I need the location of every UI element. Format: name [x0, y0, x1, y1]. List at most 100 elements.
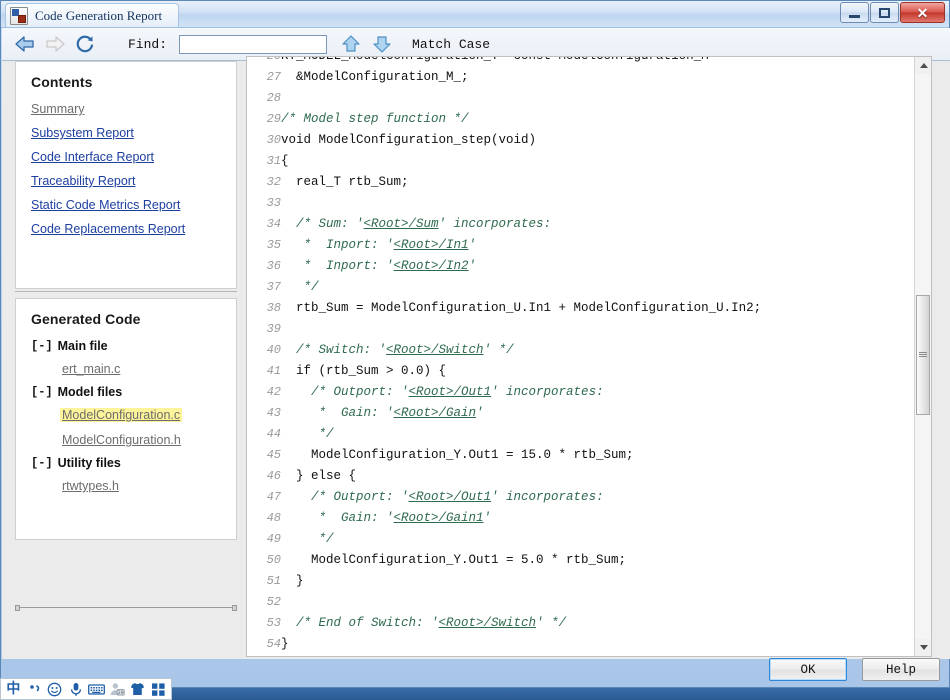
sidebar-item-summary[interactable]: Summary	[31, 102, 222, 116]
tree-file-modelconfiguration-c[interactable]: ModelConfiguration.c	[60, 408, 183, 422]
screen-root: Code Generation Report ✕ Find: Match Cas…	[0, 0, 950, 700]
code-token: RT_MODEL_ModelConfiguration_T *const Mod…	[281, 57, 724, 63]
code-viewer: 26RT_MODEL_ModelConfiguration_T *const M…	[246, 56, 932, 657]
code-line: 41 if (rtb_Sum > 0.0) {	[247, 361, 761, 382]
code-text	[281, 193, 761, 214]
code-block-link[interactable]: <Root>/Sum	[364, 217, 439, 231]
line-number: 29	[266, 112, 281, 126]
code-vertical-scrollbar[interactable]	[914, 57, 931, 656]
scroll-down-button[interactable]	[915, 639, 931, 656]
scrollbar-thumb[interactable]	[916, 295, 930, 415]
ime-toolbar: 中 29	[0, 678, 172, 700]
code-block-link[interactable]: <Root>/Switch	[386, 343, 484, 357]
collapse-toggle-icon[interactable]: [-]	[31, 385, 53, 399]
code-block-link[interactable]: <Root>/Out1	[409, 490, 492, 504]
line-number: 53	[266, 616, 281, 630]
user-dictionary-icon[interactable]: 29	[108, 680, 127, 698]
code-text: * Inport: '<Root>/In1'	[281, 235, 761, 256]
code-block-link[interactable]: <Root>/Gain1	[394, 511, 484, 525]
line-number: 33	[266, 196, 281, 210]
forward-arrow-icon	[44, 34, 66, 54]
sidebar-item-code-replacements-report[interactable]: Code Replacements Report	[31, 222, 222, 236]
code-comment: ' */	[536, 616, 567, 630]
find-up-arrow-icon[interactable]	[341, 34, 363, 54]
collapse-toggle-icon[interactable]: [-]	[31, 456, 53, 470]
code-text: /* Model step function */	[281, 109, 761, 130]
code-line: 33	[247, 193, 761, 214]
back-arrow-icon[interactable]	[14, 34, 36, 54]
match-case-label[interactable]: Match Case	[412, 37, 490, 52]
tree-group-label: Main file	[57, 339, 108, 353]
collapse-toggle-icon[interactable]: [-]	[31, 339, 53, 353]
ok-button[interactable]: OK	[769, 658, 847, 681]
tree-group-utility-files[interactable]: [-] Utility files	[31, 456, 222, 470]
code-line: 46 } else {	[247, 466, 761, 487]
code-text: */	[281, 529, 761, 550]
microphone-icon[interactable]	[66, 680, 85, 698]
soft-keyboard-icon[interactable]	[87, 680, 106, 698]
close-button[interactable]: ✕	[900, 2, 945, 23]
find-label: Find:	[128, 36, 168, 52]
refresh-icon[interactable]	[74, 34, 96, 54]
toolbox-icon[interactable]	[149, 680, 168, 698]
code-comment: */	[281, 427, 334, 441]
window-title-tab[interactable]: Code Generation Report	[5, 3, 180, 27]
tree-file-rtwtypes-h[interactable]: rtwtypes.h	[62, 479, 119, 493]
code-text: /* Sum: '<Root>/Sum' incorporates:	[281, 214, 761, 235]
svg-text:29: 29	[118, 690, 124, 696]
search-input[interactable]	[179, 34, 328, 54]
code-line: 51 }	[247, 571, 761, 592]
contents-link-list: Summary Subsystem Report Code Interface …	[30, 102, 222, 236]
tree-group-main-file[interactable]: [-] Main file	[31, 339, 222, 353]
minimize-button[interactable]	[840, 2, 869, 23]
code-text: /* Outport: '<Root>/Out1' incorporates:	[281, 382, 761, 403]
code-text	[281, 319, 761, 340]
code-text	[281, 592, 761, 613]
code-comment: * Gain: '	[281, 511, 394, 525]
code-block-link[interactable]: <Root>/Switch	[439, 616, 537, 630]
code-text: real_T rtb_Sum;	[281, 172, 761, 193]
line-number: 45	[266, 448, 281, 462]
code-text: */	[281, 424, 761, 445]
code-comment: '	[483, 511, 492, 525]
scroll-up-button[interactable]	[915, 57, 931, 74]
line-number: 36	[266, 259, 281, 273]
code-token: } else {	[281, 469, 357, 483]
sidebar-item-traceability-report[interactable]: Traceability Report	[31, 174, 222, 188]
tree-group-model-files[interactable]: [-] Model files	[31, 385, 222, 399]
punctuation-mode-icon[interactable]	[25, 680, 44, 698]
code-text: /* Outport: '<Root>/Out1' incorporates:	[281, 487, 761, 508]
code-line: 32 real_T rtb_Sum;	[247, 172, 761, 193]
find-down-arrow-icon[interactable]	[372, 34, 394, 54]
tree-file-modelconfiguration-h[interactable]: ModelConfiguration.h	[62, 433, 181, 447]
emoji-icon[interactable]	[46, 680, 65, 698]
chinese-mode-icon[interactable]: 中	[4, 680, 23, 698]
sidebar-resize-handle[interactable]	[15, 605, 237, 611]
code-listing: 26RT_MODEL_ModelConfiguration_T *const M…	[247, 57, 761, 655]
code-token: if (rtb_Sum > 0.0) {	[281, 364, 447, 378]
minimize-icon	[849, 14, 860, 18]
code-text: /* Switch: '<Root>/Switch' */	[281, 340, 761, 361]
line-number: 43	[266, 406, 281, 420]
code-comment: ' incorporates:	[491, 385, 604, 399]
generated-code-panel: Generated Code [-] Main file ert_main.c …	[15, 298, 237, 540]
code-line: 30 void ModelConfiguration_step(void)	[247, 130, 761, 151]
line-number: 31	[266, 154, 281, 168]
code-comment: /* End of Switch: '	[281, 616, 439, 630]
code-block-link[interactable]: <Root>/In2	[394, 259, 469, 273]
code-block-link[interactable]: <Root>/Out1	[409, 385, 492, 399]
code-block-link[interactable]: <Root>/In1	[394, 238, 469, 252]
line-number: 40	[266, 343, 281, 357]
tree-group-label: Utility files	[57, 456, 121, 470]
navigation-icons	[14, 34, 96, 54]
skin-icon[interactable]	[129, 680, 148, 698]
code-line: 37 */	[247, 277, 761, 298]
sidebar-item-static-code-metrics-report[interactable]: Static Code Metrics Report	[31, 198, 222, 212]
help-button[interactable]: Help	[862, 658, 940, 681]
report-app-icon	[10, 6, 28, 25]
tree-file-ert-main-c[interactable]: ert_main.c	[62, 362, 120, 376]
maximize-button[interactable]	[870, 2, 899, 23]
sidebar-item-code-interface-report[interactable]: Code Interface Report	[31, 150, 222, 164]
code-block-link[interactable]: <Root>/Gain	[394, 406, 477, 420]
sidebar-item-subsystem-report[interactable]: Subsystem Report	[31, 126, 222, 140]
